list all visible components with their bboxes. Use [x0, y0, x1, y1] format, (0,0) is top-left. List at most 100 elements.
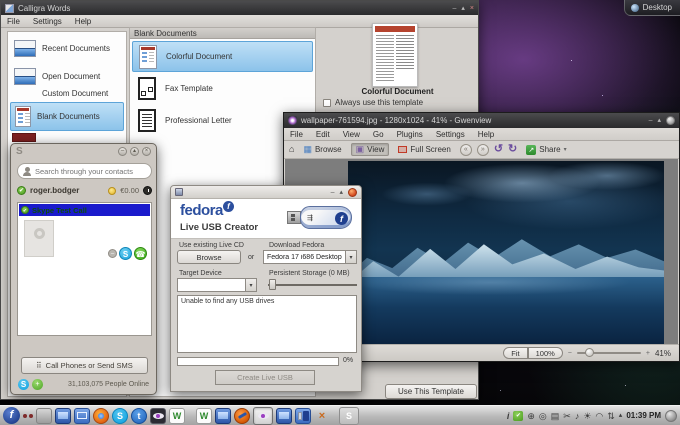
- menu-file[interactable]: File: [284, 129, 309, 140]
- template-item-colorful-document[interactable]: Colorful Document: [132, 41, 313, 72]
- create-live-usb-button[interactable]: Create Live USB: [215, 370, 315, 385]
- template-item-fax-template[interactable]: Fax Template: [132, 73, 313, 104]
- pager-dots[interactable]: [23, 414, 33, 418]
- maximize-button[interactable]: ▴: [461, 5, 465, 12]
- skype-titlebar[interactable]: S – ▴ ×: [11, 144, 156, 159]
- sidebar-item-recent-documents[interactable]: Recent Documents: [10, 34, 124, 62]
- task-liveusb-creator[interactable]: [234, 408, 250, 424]
- calligra-titlebar[interactable]: Calligra Words – ▴ ×: [1, 1, 478, 15]
- sidebar-item-blank-documents[interactable]: Blank Documents: [10, 102, 124, 131]
- close-button[interactable]: [666, 116, 675, 125]
- liveusb-titlebar[interactable]: – ▴: [171, 186, 361, 199]
- maximize-button[interactable]: ▴: [339, 189, 343, 196]
- info-tray-icon[interactable]: i: [507, 411, 510, 421]
- rotate-right-icon[interactable]: ↻: [508, 144, 517, 155]
- application-launcher-button[interactable]: f: [3, 407, 20, 424]
- zoom-100-button[interactable]: 100%: [528, 347, 563, 359]
- menu-help[interactable]: Help: [69, 16, 97, 27]
- use-this-template-button[interactable]: Use This Template: [385, 384, 477, 399]
- minimize-button[interactable]: –: [649, 117, 653, 124]
- launcher-system-app[interactable]: [36, 408, 52, 424]
- maximize-button[interactable]: ▴: [130, 147, 139, 156]
- menu-edit[interactable]: Edit: [310, 129, 336, 140]
- launcher-firefox[interactable]: [93, 408, 109, 424]
- always-use-checkbox[interactable]: [323, 99, 331, 107]
- view-mode-button[interactable]: ▣ View: [351, 143, 390, 156]
- liveusb-log-area[interactable]: Unable to find any USB drives: [177, 295, 357, 353]
- close-button[interactable]: ×: [142, 147, 151, 156]
- previous-image-button[interactable]: «: [460, 144, 472, 156]
- skype-status-icon[interactable]: S: [18, 379, 29, 390]
- call-phones-button[interactable]: ⠿ Call Phones or Send SMS: [21, 357, 148, 374]
- zoom-out-icon[interactable]: −: [568, 350, 572, 357]
- task-calligra-words[interactable]: W: [196, 408, 212, 424]
- launcher-thunderbird[interactable]: t: [131, 408, 147, 424]
- always-use-template-option[interactable]: Always use this template: [323, 98, 423, 107]
- task-gwenview-active[interactable]: [253, 407, 273, 425]
- task-system-monitor[interactable]: [276, 408, 292, 424]
- network-globe-icon[interactable]: ⊕: [527, 411, 535, 421]
- launcher-file-manager[interactable]: [74, 408, 90, 424]
- persistent-storage-knob[interactable]: [269, 279, 276, 290]
- home-icon[interactable]: ⌂: [289, 145, 294, 154]
- desktop-toolbox-button[interactable]: Desktop: [624, 0, 680, 16]
- usb-body-icon: ⇶ f: [300, 206, 352, 229]
- launcher-calligra-words[interactable]: W: [169, 408, 185, 424]
- history-clock-icon[interactable]: [143, 186, 152, 195]
- zoom-slider-knob[interactable]: [585, 348, 594, 357]
- menu-plugins[interactable]: Plugins: [391, 129, 429, 140]
- zoom-slider[interactable]: [577, 352, 641, 354]
- zoom-fit-button[interactable]: Fit: [503, 347, 527, 359]
- rotate-left-icon[interactable]: ↺: [494, 144, 503, 155]
- menu-settings[interactable]: Settings: [27, 16, 68, 27]
- record-tray-icon[interactable]: ◎: [539, 411, 547, 421]
- share-button[interactable]: ↗ Share ▾: [522, 144, 570, 156]
- maximize-button[interactable]: ▴: [657, 117, 661, 124]
- sidebar-item-custom-document[interactable]: Custom Document: [10, 84, 124, 102]
- minimize-button[interactable]: –: [452, 5, 456, 12]
- menu-help[interactable]: Help: [472, 129, 500, 140]
- contact-search-input[interactable]: [35, 167, 145, 176]
- download-fedora-select[interactable]: Fedora 17 i686 Desktop ▾: [263, 250, 357, 264]
- network-transfer-icon[interactable]: ⇅: [607, 411, 615, 421]
- zoom-in-icon[interactable]: +: [646, 350, 650, 357]
- keyboard-tray-icon[interactable]: ▤: [551, 411, 560, 421]
- volume-icon[interactable]: ♪: [575, 411, 580, 421]
- taskbar-clock[interactable]: 01:39 PM: [626, 411, 661, 420]
- task-close-item[interactable]: ×: [314, 408, 330, 424]
- target-device-select[interactable]: ▾: [177, 278, 257, 292]
- clipboard-scissors-icon[interactable]: ✂: [563, 411, 571, 421]
- panel-cashew-icon[interactable]: [665, 410, 677, 422]
- chat-icon[interactable]: S: [119, 247, 132, 260]
- close-button[interactable]: [348, 188, 357, 197]
- menu-go[interactable]: Go: [367, 129, 390, 140]
- launcher-display-settings[interactable]: [55, 408, 71, 424]
- close-button[interactable]: ×: [470, 5, 474, 12]
- menu-view[interactable]: View: [337, 129, 366, 140]
- brightness-icon[interactable]: ☀: [583, 411, 591, 421]
- next-image-button[interactable]: »: [477, 144, 489, 156]
- contact-search-box[interactable]: [17, 163, 152, 179]
- gwenview-titlebar[interactable]: wallpaper-761594.jpg - 1280x1024 - 41% -…: [284, 113, 679, 128]
- task-skype[interactable]: S: [339, 407, 359, 425]
- browse-mode-button[interactable]: ▦ Browse: [299, 144, 345, 155]
- skype-user-row[interactable]: ✔ roger.bodger €0.00: [17, 183, 152, 198]
- browse-button[interactable]: Browse: [177, 250, 241, 264]
- add-contact-icon[interactable]: +: [32, 379, 43, 390]
- menu-settings[interactable]: Settings: [430, 129, 471, 140]
- minimize-button[interactable]: –: [118, 147, 127, 156]
- call-icon[interactable]: ☎: [134, 247, 147, 260]
- launcher-skype[interactable]: S: [112, 408, 128, 424]
- task-usb-device[interactable]: [295, 408, 311, 424]
- persistent-storage-slider[interactable]: [268, 284, 357, 286]
- contact-row-selected[interactable]: ✔ Skype Test Call: [19, 204, 150, 216]
- fullscreen-button[interactable]: Full Screen: [394, 144, 454, 155]
- tray-expander-icon[interactable]: ▴: [619, 411, 623, 421]
- wifi-icon[interactable]: ◠: [595, 411, 603, 421]
- updates-tray-icon[interactable]: ✔: [513, 411, 523, 421]
- menu-file[interactable]: File: [1, 16, 26, 27]
- task-contact-app[interactable]: [215, 408, 231, 424]
- minimize-button[interactable]: –: [331, 189, 335, 196]
- block-contact-icon[interactable]: –: [108, 249, 117, 258]
- launcher-gwenview-eye[interactable]: [150, 408, 166, 424]
